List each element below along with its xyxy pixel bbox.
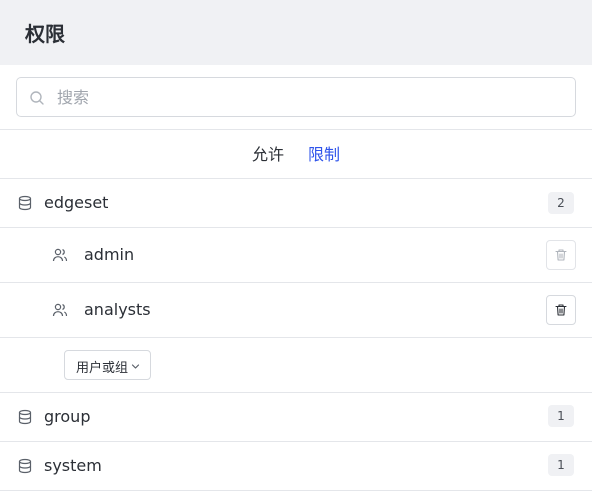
users-icon (52, 303, 68, 317)
database-icon (18, 458, 32, 474)
header: 权限 (0, 0, 592, 65)
database-name: group (44, 407, 91, 426)
database-icon (18, 195, 32, 211)
database-name: system (44, 456, 102, 475)
divider (0, 337, 592, 338)
search-box[interactable] (16, 77, 576, 117)
divider (0, 129, 592, 130)
trash-icon (555, 304, 567, 316)
member-name: admin (84, 245, 135, 264)
search-icon (30, 91, 44, 105)
delete-button[interactable] (546, 295, 576, 325)
delete-button[interactable] (546, 240, 576, 270)
tab-restrict[interactable]: 限制 (300, 130, 348, 179)
database-icon (18, 409, 32, 425)
page-title: 权限 (25, 22, 65, 46)
search-input[interactable] (57, 78, 567, 116)
database-row-edgeset[interactable]: edgeset 2 (0, 179, 592, 227)
tab-allow[interactable]: 允许 (240, 130, 296, 179)
count-badge: 1 (548, 405, 574, 427)
member-row-admin: admin (0, 228, 592, 282)
member-name: analysts (84, 300, 151, 319)
member-row-analysts: analysts (0, 283, 592, 337)
count-badge: 1 (548, 454, 574, 476)
count-badge: 2 (548, 192, 574, 214)
users-icon (52, 248, 68, 262)
database-row-system[interactable]: system 1 (0, 442, 592, 490)
user-or-group-select[interactable]: 用户或组 (64, 350, 151, 380)
chevron-down-icon (131, 364, 140, 369)
database-row-group[interactable]: group 1 (0, 393, 592, 441)
database-name: edgeset (44, 193, 109, 212)
trash-icon (555, 249, 567, 261)
select-label: 用户或组 (76, 361, 129, 376)
